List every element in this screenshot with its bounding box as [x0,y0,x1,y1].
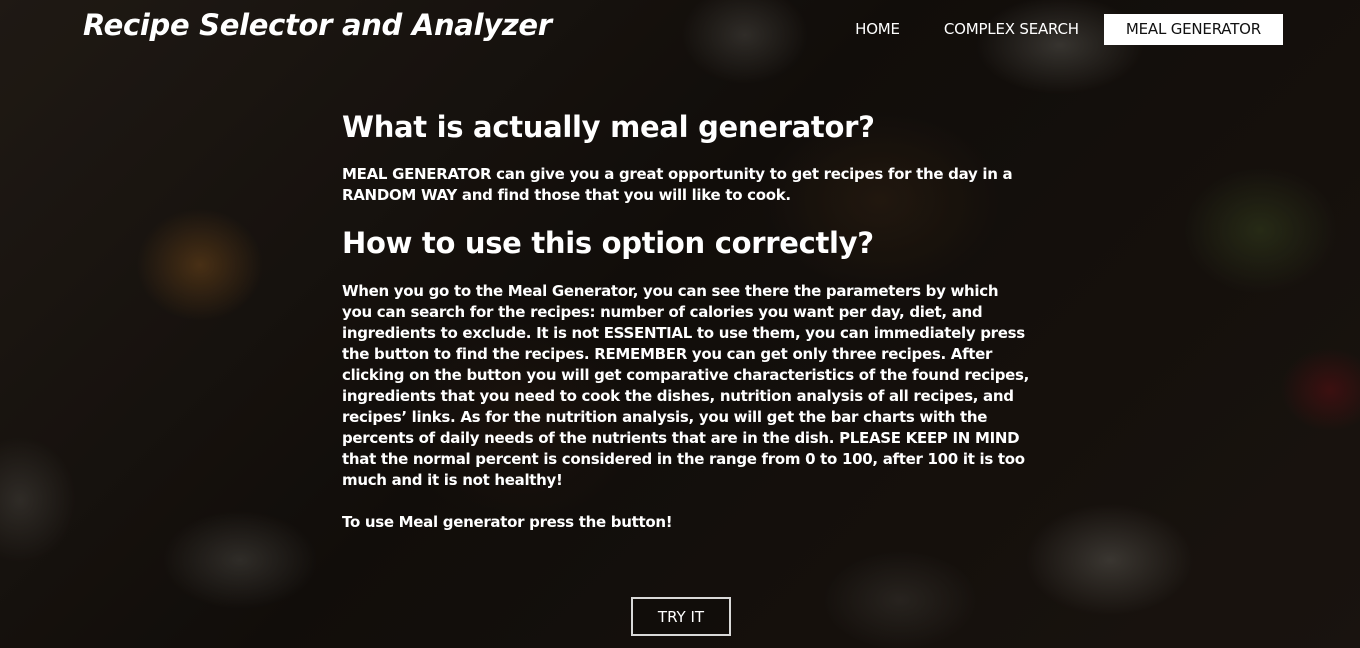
main-nav: HOME COMPLEX SEARCH MEAL GENERATOR [833,14,1283,45]
cta-paragraph: To use Meal generator press the button! [342,513,673,531]
main-content: What is actually meal generator? MEAL GE… [342,110,1032,533]
nav-meal-generator[interactable]: MEAL GENERATOR [1103,14,1283,45]
site-title[interactable]: Recipe Selector and Analyzer [83,8,552,42]
heading-how-to-use: How to use this option correctly? [342,226,874,260]
heading-what-is-meal-generator: What is actually meal generator? [342,110,875,144]
intro-paragraph: MEAL GENERATOR can give you a great oppo… [342,165,1013,204]
nav-home[interactable]: HOME [833,14,922,45]
usage-paragraph: When you go to the Meal Generator, you c… [342,282,1030,489]
try-it-button[interactable]: TRY IT [631,597,731,636]
nav-complex-search[interactable]: COMPLEX SEARCH [922,14,1101,45]
